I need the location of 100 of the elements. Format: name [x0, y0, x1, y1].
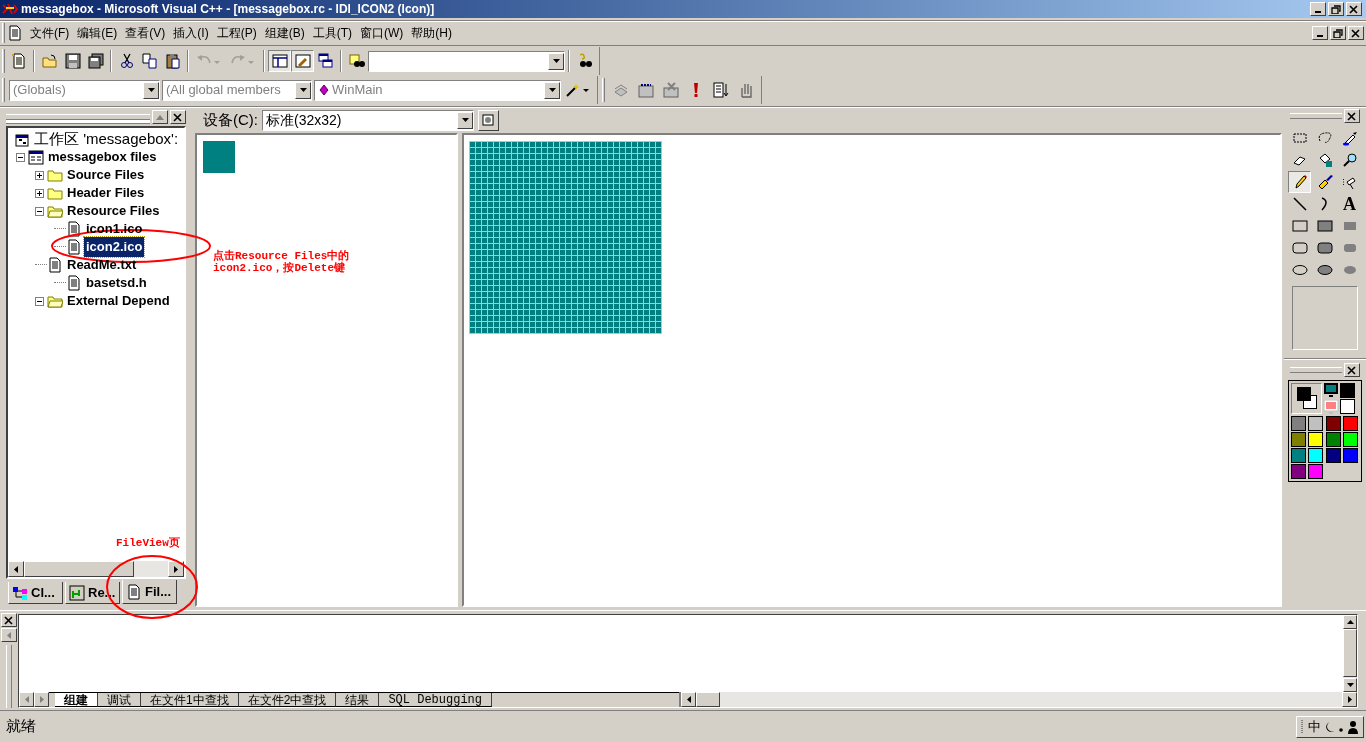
rect-both-icon	[1316, 218, 1333, 234]
new-device-button[interactable]	[478, 109, 499, 131]
diamond-icon	[319, 84, 329, 96]
menu-item[interactable]: 查看(V)	[121, 24, 170, 42]
search-combo[interactable]	[368, 50, 565, 72]
output-tab[interactable]: 结果	[336, 693, 380, 707]
menu-item[interactable]: 文件(F)	[26, 24, 74, 42]
class-combo[interactable]: (Globals)	[9, 79, 160, 101]
tree-item[interactable]: Source Files	[65, 165, 147, 185]
scrollbar-thumb[interactable]	[24, 561, 134, 577]
menu-item[interactable]: 编辑(E)	[73, 24, 122, 42]
color-swatch[interactable]	[1325, 416, 1341, 431]
collapse-icon[interactable]	[16, 152, 25, 162]
collapse-button[interactable]	[1, 628, 17, 642]
output-tab[interactable]: 组建	[55, 693, 98, 707]
menu-item[interactable]: 工程(P)	[212, 24, 261, 42]
file-icon	[66, 275, 82, 291]
color-swatch[interactable]	[1325, 432, 1341, 447]
panel-tab[interactable]: Cl...	[8, 582, 63, 604]
filter-combo[interactable]: (All global members	[162, 79, 312, 101]
pane-window-icon	[271, 53, 288, 69]
tree-item[interactable]: External Depend	[65, 291, 172, 311]
color-swatch[interactable]	[1342, 416, 1358, 431]
tree-item[interactable]: Resource Files	[65, 201, 162, 221]
tree-item[interactable]: basetsd.h	[84, 273, 149, 293]
menu-item[interactable]: 组建(B)	[260, 24, 309, 42]
color-swatch[interactable]	[1342, 432, 1358, 447]
expand-icon[interactable]	[35, 170, 44, 180]
color-swatch[interactable]	[1291, 464, 1306, 479]
tree-item[interactable]: Header Files	[65, 183, 147, 203]
maximize-button[interactable]	[152, 110, 168, 124]
toolbar-grip[interactable]	[602, 78, 605, 102]
color-swatch[interactable]	[1308, 448, 1324, 463]
toolbar-grip[interactable]	[2, 49, 5, 73]
horizontal-scrollbar[interactable]	[679, 692, 1357, 707]
menu-item[interactable]: 工具(T)	[308, 24, 356, 42]
menu-item[interactable]: 插入(I)	[169, 24, 213, 42]
close-button[interactable]	[1344, 363, 1360, 377]
toolbar-grip[interactable]	[2, 23, 5, 43]
output-button[interactable]	[291, 50, 314, 72]
file-icon	[66, 239, 82, 255]
restore-icon	[1331, 4, 1341, 14]
ime-toolbar[interactable]: 中	[1296, 715, 1364, 738]
scrollbar-thumb[interactable]	[696, 692, 720, 707]
menu-item[interactable]: 帮助(H)	[407, 24, 456, 42]
color-swatch[interactable]	[1325, 448, 1341, 463]
toolbar-grip[interactable]	[2, 78, 5, 102]
color-swatch[interactable]	[1340, 399, 1355, 414]
color-swatch[interactable]	[1342, 448, 1358, 463]
folder-icon	[47, 185, 63, 201]
scrollbar-thumb[interactable]	[1343, 629, 1357, 677]
close-button[interactable]	[1, 613, 17, 627]
workspace-button[interactable]	[268, 50, 291, 72]
color-swatch[interactable]	[1340, 383, 1355, 398]
vertical-scrollbar[interactable]	[1343, 615, 1357, 692]
resource-icon	[69, 584, 85, 601]
color-swatch[interactable]	[1291, 448, 1306, 463]
tab-scroll-left-button[interactable]	[19, 692, 34, 707]
tab-scroll-right-button[interactable]	[34, 692, 49, 707]
color-swatch[interactable]	[1308, 416, 1324, 431]
collapse-icon[interactable]	[35, 296, 44, 306]
panel-tab[interactable]: Fil...	[122, 580, 177, 604]
close-button[interactable]	[1348, 26, 1364, 40]
panel-grip[interactable]	[6, 645, 12, 708]
color-swatch[interactable]	[1291, 432, 1306, 447]
color-swatch[interactable]	[1308, 432, 1324, 447]
menu-item[interactable]: 窗口(W)	[356, 24, 408, 42]
grip-icon	[1301, 719, 1304, 734]
restore-button[interactable]	[1328, 2, 1344, 16]
text-tool[interactable]: A	[1338, 193, 1361, 215]
restore-button[interactable]	[1330, 26, 1346, 40]
close-button[interactable]	[170, 110, 186, 124]
color-swatch[interactable]	[1308, 464, 1324, 479]
minimize-button[interactable]	[1312, 26, 1328, 40]
restore-icon	[1333, 28, 1343, 38]
pencil-tool[interactable]	[1288, 171, 1311, 193]
color-swatch[interactable]	[1291, 416, 1306, 431]
pixel-grid-canvas[interactable]	[469, 141, 662, 334]
lasso-icon	[1316, 130, 1333, 146]
close-button[interactable]	[1346, 2, 1362, 16]
close-button[interactable]	[1344, 109, 1360, 123]
expand-icon[interactable]	[35, 188, 44, 198]
member-combo[interactable]: WinMain	[314, 79, 561, 101]
caret-icon	[461, 118, 469, 122]
close-icon	[173, 112, 183, 122]
output-tab[interactable]: 在文件2中查找	[238, 693, 337, 707]
file-icon	[66, 221, 82, 237]
device-combo[interactable]: 标准(32x32)	[262, 109, 474, 131]
collapse-icon[interactable]	[35, 206, 44, 216]
exclamation-icon	[693, 83, 698, 97]
tree-item[interactable]: ReadMe.txt	[65, 255, 139, 275]
output-tab[interactable]: 在文件1中查找	[141, 693, 239, 707]
ellipse-outline-icon	[1291, 262, 1308, 278]
minimize-button[interactable]	[1310, 2, 1326, 16]
output-tab[interactable]: 调试	[98, 693, 141, 707]
tree-item[interactable]: icon2.ico	[84, 237, 145, 257]
output-tab[interactable]: SQL Debugging	[379, 693, 492, 707]
file-icon	[126, 583, 142, 600]
horizontal-scrollbar[interactable]	[8, 561, 184, 577]
ime-mode[interactable]: 中	[1308, 716, 1321, 737]
